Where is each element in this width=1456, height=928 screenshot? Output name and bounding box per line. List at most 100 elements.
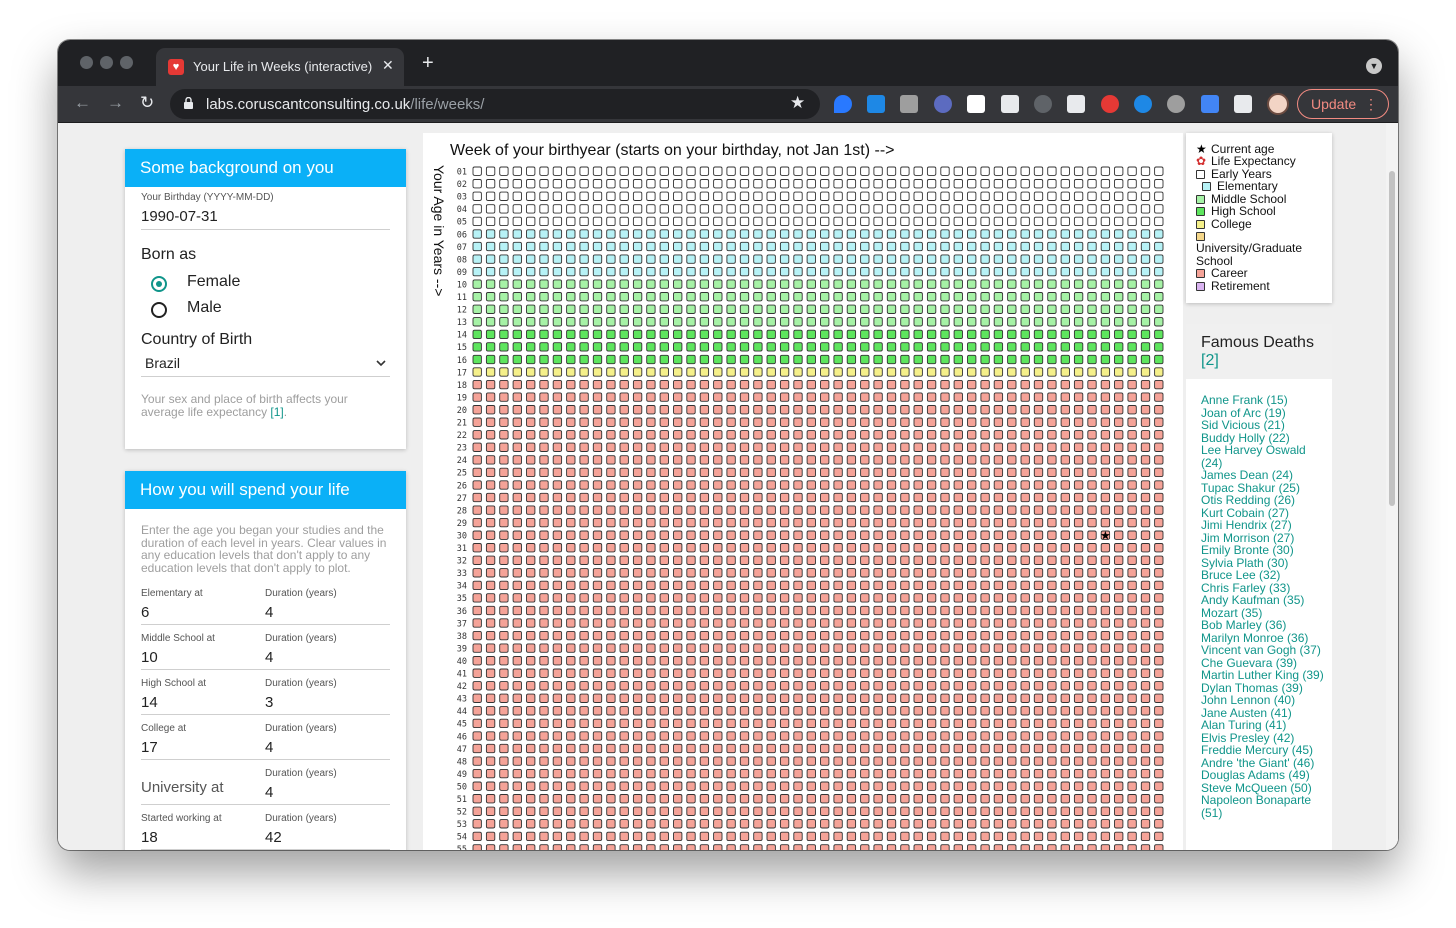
week-cell [980,681,990,691]
famous-death-link[interactable]: Sid Vicious (21) [1201,419,1326,432]
bookmark-star-icon[interactable]: ★ [790,93,805,113]
extension-reader-icon[interactable] [1001,95,1019,113]
duration-input[interactable]: 4 [265,739,273,756]
education-start-input[interactable]: 14 [141,694,158,711]
zoom-window-button[interactable] [120,56,133,69]
page-scrollbar[interactable] [1386,123,1398,850]
education-start-input[interactable]: University at [141,779,224,796]
famous-death-link[interactable]: James Dean (24) [1201,469,1326,482]
duration-input[interactable]: 4 [265,604,273,621]
week-cell [739,304,750,314]
female-radio-label[interactable]: Female [187,273,240,291]
week-cell [806,618,816,628]
extension-info-icon[interactable] [1034,95,1052,113]
country-select[interactable]: Brazil [145,355,180,371]
week-cell [926,806,937,816]
famous-death-link[interactable]: Jimi Hendrix (27) [1201,519,1326,532]
life-expectancy-reference-link[interactable]: [1] [270,405,283,419]
famous-death-link[interactable]: Otis Redding (26) [1201,494,1326,507]
tab-close-icon[interactable]: ✕ [382,57,394,74]
education-start-input[interactable]: 17 [141,739,158,756]
extension-pokeball-icon[interactable] [1101,95,1119,113]
famous-death-link[interactable]: Emily Bronte (30) [1201,544,1326,557]
active-tab[interactable]: ♥ Your Life in Weeks (interactive) ✕ [156,48,404,86]
duration-input[interactable]: 3 [265,694,273,711]
famous-death-link[interactable]: Bruce Lee (32) [1201,569,1326,582]
chevron-down-icon[interactable] [376,360,386,367]
week-cell [592,304,603,314]
duration-input[interactable]: 4 [265,784,273,801]
new-tab-button[interactable]: + [422,53,434,73]
week-cell [766,555,776,565]
duration-input[interactable]: 42 [265,829,282,846]
extensions-puzzle-icon[interactable] [1234,95,1252,113]
extension-translate-icon[interactable] [1201,95,1219,113]
week-cell [526,266,536,277]
famous-death-link[interactable]: Martin Luther King (39) [1201,669,1326,682]
tab-search-icon[interactable]: ▼ [1366,58,1382,74]
week-cell [900,216,910,227]
avatar[interactable] [1267,93,1289,115]
education-start-input[interactable]: 10 [141,649,158,666]
education-start-input[interactable]: 6 [141,604,149,621]
week-cell [485,756,496,766]
week-cell [659,643,669,653]
update-button[interactable]: Update ⋮ [1297,89,1389,119]
extension-edit-icon[interactable] [1067,95,1085,113]
extension-robot-icon[interactable] [1167,95,1185,113]
famous-death-link[interactable]: Bob Marley (36) [1201,619,1326,632]
week-cell [940,668,950,678]
week-cell [632,543,643,553]
more-menu-icon[interactable]: ⋮ [1364,90,1378,118]
female-radio[interactable] [151,276,167,292]
scrollbar-thumb[interactable] [1389,171,1395,506]
week-cell [820,819,830,829]
week-cell [699,681,710,691]
week-cell [1033,216,1044,227]
famous-death-link[interactable]: Lee Harvey Oswald (24) [1201,444,1326,469]
male-radio[interactable] [151,302,167,318]
week-cell [673,643,683,653]
week-cell [632,292,643,302]
famous-death-link[interactable]: Anne Frank (15) [1201,394,1326,407]
week-cell [552,630,563,641]
famous-death-link[interactable]: Napoleon Bonaparte (51) [1201,794,1326,819]
male-radio-label[interactable]: Male [187,299,222,317]
famous-deaths-reference-link[interactable]: [2] [1201,352,1332,370]
reload-button[interactable]: ↻ [140,93,154,113]
week-cell [1020,568,1030,578]
week-cell [926,505,937,515]
week-cell [913,718,923,729]
back-button[interactable]: ← [74,93,91,113]
address-bar[interactable]: labs.coruscantconsulting.co.uk/life/week… [170,89,820,119]
famous-death-link[interactable]: Vincent van Gogh (37) [1201,644,1326,657]
extension-r-icon[interactable] [967,95,985,113]
week-cell [779,405,790,415]
extension-share-icon[interactable] [867,95,885,113]
close-window-button[interactable] [80,56,93,69]
famous-death-link[interactable]: Alan Turing (41) [1201,719,1326,732]
week-cell [726,392,736,402]
famous-death-link[interactable]: John Lennon (40) [1201,694,1326,707]
weeks-grid: 0102030405060708091011121314151617181920… [457,166,1164,850]
week-cell [1047,543,1057,553]
duration-input[interactable]: 4 [265,649,273,666]
extension-m-icon[interactable] [900,95,918,113]
famous-death-link[interactable]: Andy Kaufman (35) [1201,594,1326,607]
week-cell [833,204,843,214]
week-cell [806,191,816,201]
week-cell [1114,317,1124,327]
week-cell [779,317,790,327]
extension-drop-icon[interactable] [834,95,852,113]
birthday-input[interactable]: 1990-07-31 [141,208,218,225]
famous-death-link[interactable]: Freddie Mercury (45) [1201,744,1326,757]
extension-gear-icon[interactable] [934,95,952,113]
extension-audio-icon[interactable] [1134,95,1152,113]
minimize-window-button[interactable] [100,56,113,69]
education-start-input[interactable]: 18 [141,829,158,846]
week-cell [552,530,563,540]
famous-death-link[interactable]: Douglas Adams (49) [1201,769,1326,782]
forward-button[interactable]: → [107,93,124,113]
week-cell [753,292,763,302]
week-cell [726,367,736,377]
